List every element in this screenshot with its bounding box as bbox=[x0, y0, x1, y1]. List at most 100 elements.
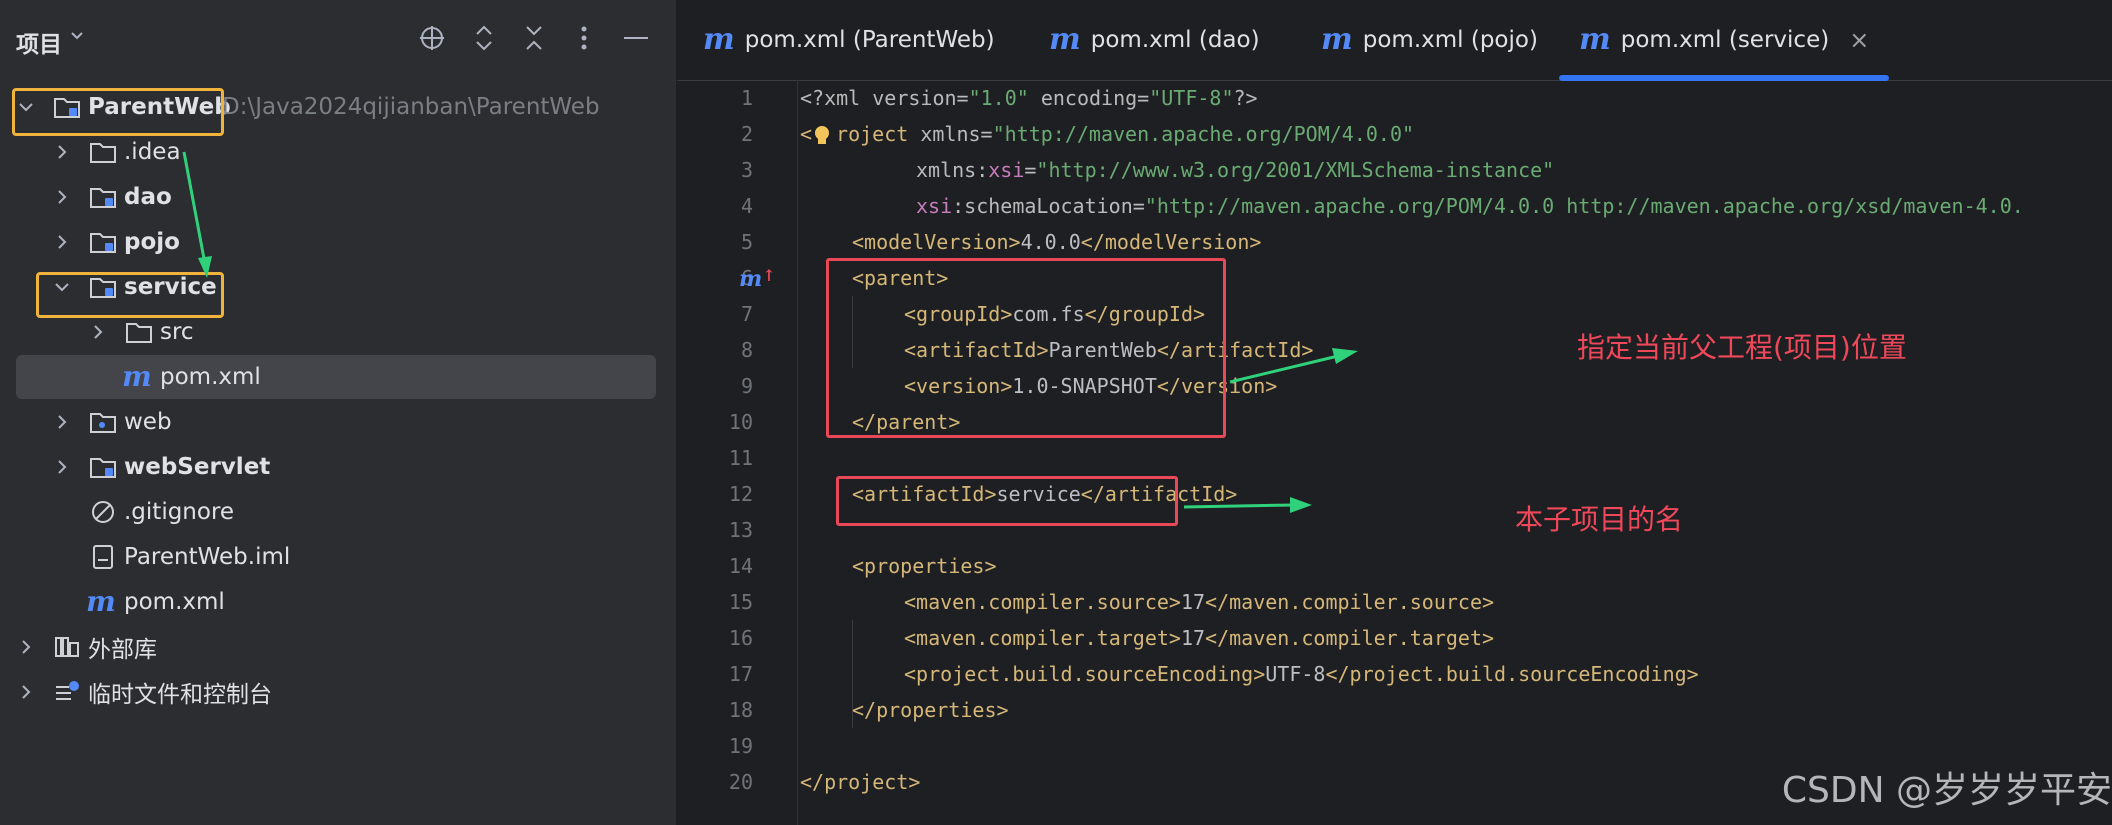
tab-label: pom.xml (dao) bbox=[1090, 27, 1260, 53]
tree-item-label: ParentWeb.iml bbox=[124, 544, 291, 570]
line-number: 11 bbox=[728, 446, 753, 470]
line-number: 7 bbox=[740, 302, 753, 326]
tree-item-label: web bbox=[124, 409, 172, 435]
tree-item-webservlet[interactable]: webServlet bbox=[16, 445, 656, 489]
tree-item-pojo[interactable]: pojo bbox=[16, 220, 656, 264]
tab-pom-parentweb[interactable]: m pom.xml (ParentWeb) bbox=[703, 0, 995, 80]
chevron-right-icon[interactable] bbox=[16, 637, 36, 657]
line-number: 17 bbox=[728, 662, 753, 686]
code-line-14: <properties> bbox=[852, 554, 997, 578]
arrow-head-parent bbox=[1332, 348, 1358, 364]
maven-icon: m bbox=[86, 585, 116, 618]
tree-item-label: .idea bbox=[124, 139, 181, 165]
project-panel: 项目 ParentWeb D:\Java2024qijianban\Parent… bbox=[0, 0, 677, 825]
code-line-16: <maven.compiler.target>17</maven.compile… bbox=[904, 626, 1495, 650]
folder-icon bbox=[124, 319, 154, 345]
code-line-15: <maven.compiler.source>17</maven.compile… bbox=[904, 590, 1495, 614]
chevron-right-icon[interactable] bbox=[52, 142, 72, 162]
chevron-right-icon[interactable] bbox=[16, 682, 36, 702]
tree-item-service-pom[interactable]: m pom.xml bbox=[16, 355, 656, 399]
line-number: 12 bbox=[728, 482, 753, 506]
tab-label: pom.xml (service) bbox=[1620, 27, 1830, 53]
code-line-3: xmlns:xsi="http://www.w3.org/2001/XMLSch… bbox=[916, 158, 1555, 182]
tree-item-label: dao bbox=[124, 184, 172, 210]
chevron-down-icon[interactable] bbox=[68, 26, 86, 49]
code-area[interactable]: <?xml version="1.0" encoding="UTF-8"?> <… bbox=[797, 80, 2112, 825]
tab-label: pom.xml (pojo) bbox=[1362, 27, 1538, 53]
expand-all-icon[interactable] bbox=[466, 20, 502, 56]
tree-item-label: 临时文件和控制台 bbox=[88, 682, 272, 708]
line-number: 19 bbox=[728, 734, 753, 758]
annotation-box-artifactid bbox=[836, 476, 1178, 526]
scratch-icon bbox=[52, 679, 82, 705]
maven-icon: m bbox=[1049, 22, 1081, 57]
tree-item-idea[interactable]: .idea bbox=[16, 130, 656, 174]
highlight-box-service bbox=[36, 272, 224, 318]
project-panel-title[interactable]: 项目 bbox=[16, 25, 62, 59]
line-number: 1 bbox=[740, 86, 753, 110]
line-number: 16 bbox=[728, 626, 753, 650]
module-folder-icon bbox=[88, 184, 118, 210]
line-number: 2 bbox=[740, 122, 753, 146]
tree-item-root-pom[interactable]: m pom.xml bbox=[16, 580, 656, 624]
arrow-head-artifact bbox=[1290, 497, 1312, 513]
code-line-2: < roject xmlns="http://maven.apache.org/P… bbox=[800, 116, 1414, 152]
project-path: D:\Java2024qijianban\ParentWeb bbox=[222, 94, 600, 120]
collapse-all-icon[interactable] bbox=[516, 20, 552, 56]
code-line-5: <modelVersion>4.0.0</modelVersion> bbox=[852, 230, 1262, 254]
code-line-20: </project> bbox=[800, 770, 921, 794]
line-number: 8 bbox=[740, 338, 753, 362]
lightbulb-icon[interactable] bbox=[812, 116, 836, 152]
maven-parent-gutter-icon[interactable]: m↑ bbox=[739, 266, 776, 292]
line-number-gutter: 1 2 3 4 5 6 7 8 9 10 11 12 13 14 15 16 1… bbox=[677, 80, 797, 825]
chevron-right-icon[interactable] bbox=[52, 232, 72, 252]
tree-item-label: pojo bbox=[124, 229, 180, 255]
tree-item-label: pom.xml bbox=[160, 364, 261, 390]
tree-item-scratches[interactable]: 临时文件和控制台 bbox=[16, 670, 656, 714]
chevron-right-icon[interactable] bbox=[88, 322, 108, 342]
tree-item-label: src bbox=[160, 319, 194, 345]
code-line-18: </properties> bbox=[852, 698, 1009, 722]
tab-pom-pojo[interactable]: m pom.xml (pojo) bbox=[1321, 0, 1538, 80]
tree-item-dao[interactable]: dao bbox=[16, 175, 656, 219]
line-number: 10 bbox=[728, 410, 753, 434]
tree-item-iml[interactable]: ParentWeb.iml bbox=[16, 535, 656, 579]
highlight-box-parentweb bbox=[12, 88, 224, 136]
chevron-right-icon[interactable] bbox=[52, 187, 72, 207]
module-folder-icon bbox=[88, 229, 118, 255]
line-number: 20 bbox=[728, 770, 753, 794]
tree-item-web[interactable]: web bbox=[16, 400, 656, 444]
line-number: 14 bbox=[728, 554, 753, 578]
iml-file-icon bbox=[88, 544, 118, 570]
watermark: CSDN @岁岁岁平安 bbox=[1781, 770, 2112, 811]
hide-panel-icon[interactable] bbox=[618, 20, 654, 56]
code-line-17: <project.build.sourceEncoding>UTF-8</pro… bbox=[904, 662, 1699, 686]
locate-icon[interactable] bbox=[414, 20, 450, 56]
annotation-artifact-note: 本子项目的名 bbox=[1515, 503, 1684, 536]
module-folder-icon bbox=[88, 454, 118, 480]
tree-item-label: 外部库 bbox=[88, 637, 157, 663]
maven-icon: m bbox=[1321, 22, 1353, 57]
line-number: 15 bbox=[728, 590, 753, 614]
line-number: 5 bbox=[740, 230, 753, 254]
code-line-4: xsi:schemaLocation="http://maven.apache.… bbox=[916, 194, 2024, 218]
maven-icon: m bbox=[703, 22, 735, 57]
tab-pom-dao[interactable]: m pom.xml (dao) bbox=[1049, 0, 1260, 80]
line-number: 18 bbox=[728, 698, 753, 722]
close-icon[interactable]: × bbox=[1849, 26, 1869, 54]
code-line-1: <?xml version="1.0" encoding="UTF-8"?> bbox=[800, 86, 1258, 110]
tab-label: pom.xml (ParentWeb) bbox=[744, 27, 995, 53]
tree-item-label: webServlet bbox=[124, 454, 271, 480]
tree-item-external-libraries[interactable]: 外部库 bbox=[16, 625, 656, 669]
project-panel-header: 项目 bbox=[0, 0, 676, 80]
annotation-parent-note: 指定当前父工程(项目)位置 bbox=[1577, 331, 1907, 364]
chevron-right-icon[interactable] bbox=[52, 412, 72, 432]
line-number: 9 bbox=[740, 374, 753, 398]
line-number: 13 bbox=[728, 518, 753, 542]
tree-item-gitignore[interactable]: .gitignore bbox=[16, 490, 656, 534]
chevron-right-icon[interactable] bbox=[52, 457, 72, 477]
tree-item-label: .gitignore bbox=[124, 499, 235, 525]
more-options-icon[interactable] bbox=[566, 20, 602, 56]
line-number: 3 bbox=[740, 158, 753, 182]
tab-pom-service[interactable]: m pom.xml (service) × bbox=[1559, 0, 1890, 81]
